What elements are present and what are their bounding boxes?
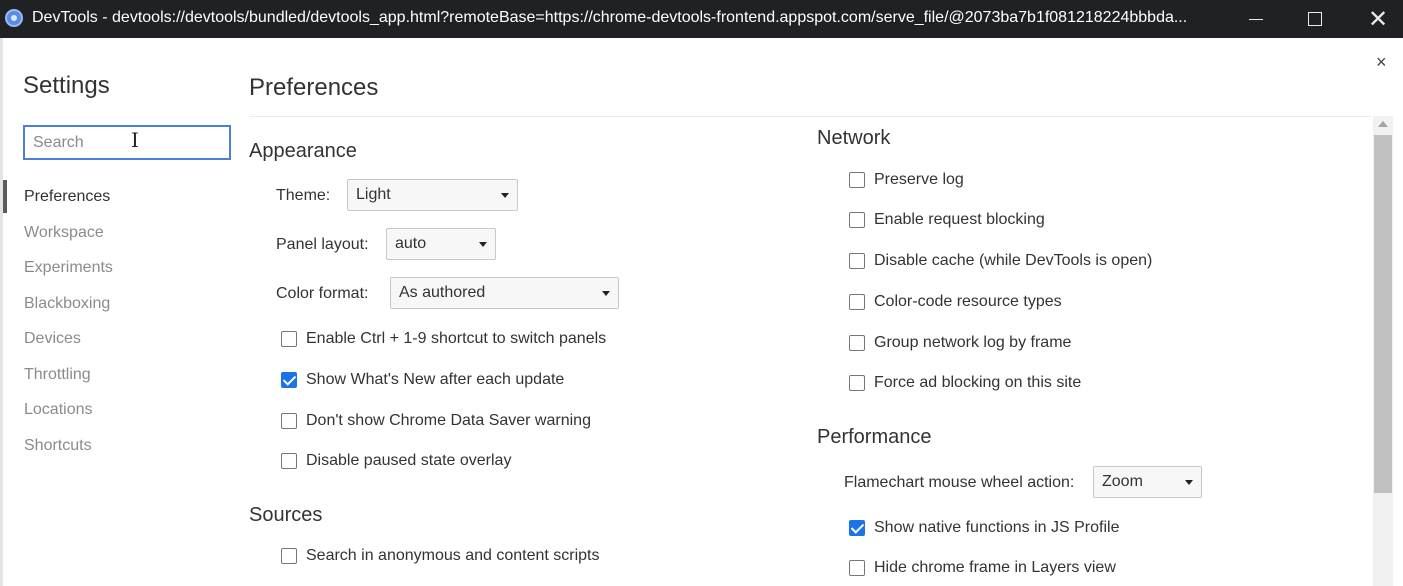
close-icon[interactable]: × [1376,52,1387,73]
sidebar-item-experiments[interactable]: Experiments [3,250,233,286]
checkbox-checked[interactable] [849,520,865,536]
checkbox[interactable] [281,548,297,564]
checkbox-label: Color-code resource types [874,293,1062,310]
checkbox-row-ctrl-shortcut[interactable]: Enable Ctrl + 1-9 shortcut to switch pan… [281,328,606,350]
window-close-button[interactable]: ✕ [1350,0,1403,38]
checkbox-label: Force ad blocking on this site [874,374,1082,391]
checkbox-label: Show What's New after each update [306,371,565,388]
checkbox-label: Hide chrome frame in Layers view [874,559,1116,576]
checkbox-label: Show native functions in JS Profile [874,519,1120,536]
checkbox-checked[interactable] [281,372,297,388]
chevron-down-icon [602,291,610,296]
theme-label: Theme: [276,187,331,204]
checkbox-row-anonymous-scripts[interactable]: Search in anonymous and content scripts [281,545,600,567]
checkbox[interactable] [281,331,297,347]
color-format-label: Color format: [276,285,369,302]
sidebar-item-locations[interactable]: Locations [3,392,233,428]
checkbox-row-whats-new[interactable]: Show What's New after each update [281,369,564,391]
checkbox[interactable] [849,335,865,351]
checkbox-label: Group network log by frame [874,334,1072,351]
sidebar-item-workspace[interactable]: Workspace [3,215,233,251]
scroll-up-icon[interactable] [1378,121,1388,127]
maximize-button[interactable] [1287,0,1343,38]
sidebar-item-shortcuts[interactable]: Shortcuts [3,428,233,464]
sidebar-item-preferences[interactable]: Preferences [3,179,233,215]
checkbox-row-request-blocking[interactable]: Enable request blocking [849,209,1045,231]
checkbox[interactable] [281,453,297,469]
panel-layout-select[interactable]: auto [386,228,496,260]
flamechart-label: Flamechart mouse wheel action: [844,474,1075,491]
flamechart-value: Zoom [1102,473,1143,490]
checkbox[interactable] [849,375,865,391]
color-format-value: As authored [399,284,486,301]
performance-heading: Performance [817,426,932,448]
minimize-button[interactable] [1228,0,1284,38]
checkbox[interactable] [849,560,865,576]
sources-heading: Sources [249,504,323,526]
checkbox[interactable] [849,212,865,228]
checkbox-label: Search in anonymous and content scripts [306,547,600,564]
text-cursor-icon: I [131,128,139,152]
sidebar-item-devices[interactable]: Devices [3,321,233,357]
theme-select[interactable]: Light [347,179,518,211]
checkbox-row-group-by-frame[interactable]: Group network log by frame [849,332,1071,354]
settings-title: Settings [23,72,110,99]
checkbox[interactable] [281,413,297,429]
maximize-icon [1308,12,1322,26]
checkbox-row-preserve-log[interactable]: Preserve log [849,169,964,191]
checkbox-row-paused-overlay[interactable]: Disable paused state overlay [281,450,511,472]
sidebar-item-throttling[interactable]: Throttling [3,357,233,393]
devtools-app-icon [5,9,23,27]
checkbox[interactable] [849,253,865,269]
checkbox-label: Don't show Chrome Data Saver warning [306,412,591,429]
sidebar-item-blackboxing[interactable]: Blackboxing [3,286,233,322]
scrollbar-thumb[interactable] [1374,135,1392,493]
checkbox[interactable] [849,172,865,188]
checkbox-label: Disable cache (while DevTools is open) [874,252,1153,269]
flamechart-select[interactable]: Zoom [1093,466,1202,498]
checkbox[interactable] [849,294,865,310]
network-heading: Network [817,127,891,149]
checkbox-label: Enable Ctrl + 1-9 shortcut to switch pan… [306,330,607,347]
page-title: Preferences [249,74,379,101]
checkbox-label: Enable request blocking [874,211,1045,228]
checkbox-row-color-code[interactable]: Color-code resource types [849,291,1062,313]
checkbox-row-data-saver[interactable]: Don't show Chrome Data Saver warning [281,410,591,432]
minimize-icon [1249,18,1263,20]
chevron-down-icon [1185,480,1193,485]
checkbox-row-hide-chrome-frame[interactable]: Hide chrome frame in Layers view [849,557,1116,579]
search-input[interactable] [23,125,231,160]
panel-layout-value: auto [395,235,427,252]
checkbox-label: Disable paused state overlay [306,452,512,469]
chevron-down-icon [501,193,509,198]
title-divider [249,116,1371,117]
checkbox-row-native-functions[interactable]: Show native functions in JS Profile [849,517,1119,539]
chevron-down-icon [479,242,487,247]
vertical-scrollbar[interactable] [1373,116,1393,586]
color-format-select[interactable]: As authored [390,277,619,309]
window-titlebar: DevTools - devtools://devtools/bundled/d… [0,0,1403,38]
settings-dialog: × Settings I Preferences Workspace Exper… [0,38,1403,586]
checkbox-row-ad-blocking[interactable]: Force ad blocking on this site [849,372,1081,394]
panel-layout-label: Panel layout: [276,236,369,253]
checkbox-label: Preserve log [874,171,964,188]
appearance-heading: Appearance [249,140,357,162]
window-title: DevTools - devtools://devtools/bundled/d… [32,9,1188,26]
settings-nav: Preferences Workspace Experiments Blackb… [3,179,233,463]
theme-value: Light [356,186,391,203]
checkbox-row-disable-cache[interactable]: Disable cache (while DevTools is open) [849,250,1152,272]
